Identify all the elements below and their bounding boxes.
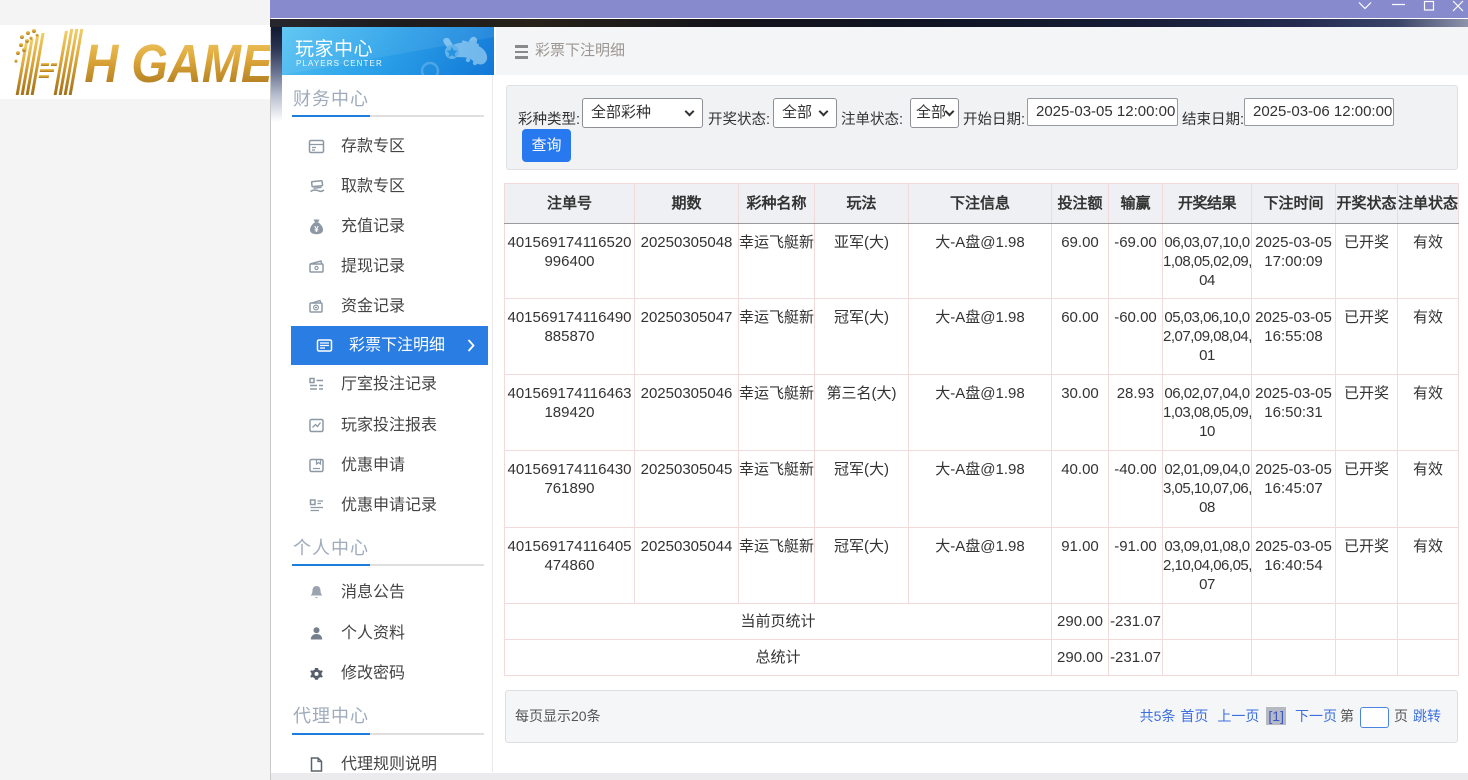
svg-text:¥: ¥ [314,225,319,234]
svg-text:H GAME: H GAME [84,33,270,94]
